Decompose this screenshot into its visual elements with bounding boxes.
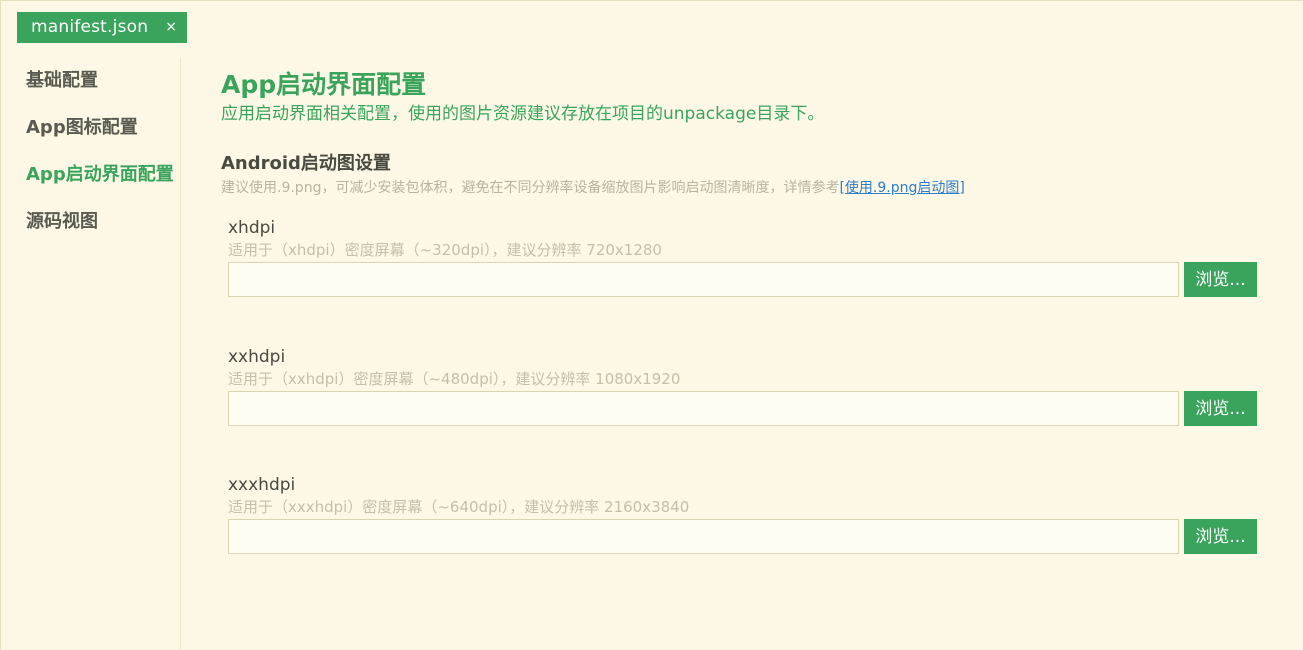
nine-patch-doc-link[interactable]: [使用.9.png启动图] [839,180,964,196]
sidebar-item-app-splash-config[interactable]: App启动界面配置 [26,160,174,186]
field-row: 浏览... [228,391,1258,427]
xxhdpi-path-input[interactable] [228,391,1179,426]
field-xxxhdpi: xxxhdpi 适用于（xxxhdpi）密度屏幕（~640dpi），建议分辨率 … [228,474,1258,555]
field-label: xhdpi [228,218,276,238]
editor-window: manifest.json × 基础配置 App图标配置 App启动界面配置 源… [0,0,1303,650]
xhdpi-path-input[interactable] [228,262,1179,297]
page-description: 应用启动界面相关配置，使用的图片资源建议存放在项目的unpackage目录下。 [221,104,825,124]
android-hint-text: 建议使用.9.png，可减少安装包体积，避免在不同分辨率设备缩放图片影响启动图清… [221,180,840,196]
field-hint: 适用于（xxxhdpi）密度屏幕（~640dpi），建议分辨率 2160x384… [228,498,690,516]
tab-label: manifest.json [31,17,149,37]
xhdpi-browse-button[interactable]: 浏览... [1184,262,1257,297]
field-label: xxhdpi [228,347,286,367]
field-row: 浏览... [228,519,1258,555]
page-title: App启动界面配置 [221,70,427,99]
sidebar-item-basic-config[interactable]: 基础配置 [26,66,98,92]
field-xxhdpi: xxhdpi 适用于（xxhdpi）密度屏幕（~480dpi），建议分辨率 10… [228,346,1258,427]
tab-manifest-json[interactable]: manifest.json × [17,12,187,43]
xxhdpi-browse-button[interactable]: 浏览... [1184,391,1257,426]
field-hint: 适用于（xhdpi）密度屏幕（~320dpi），建议分辨率 720x1280 [228,241,662,259]
field-hint: 适用于（xxhdpi）密度屏幕（~480dpi），建议分辨率 1080x1920 [228,370,681,388]
sidebar: 基础配置 App图标配置 App启动界面配置 源码视图 [1,57,181,650]
sidebar-item-app-icon-config[interactable]: App图标配置 [26,113,138,139]
field-row: 浏览... [228,262,1258,298]
android-section-title: Android启动图设置 [221,153,391,174]
android-section-hint: 建议使用.9.png，可减少安装包体积，避免在不同分辨率设备缩放图片影响启动图清… [221,177,965,197]
xxxhdpi-browse-button[interactable]: 浏览... [1184,519,1257,554]
close-icon[interactable]: × [165,12,177,43]
field-label: xxxhdpi [228,475,296,495]
xxxhdpi-path-input[interactable] [228,519,1179,554]
field-xhdpi: xhdpi 适用于（xhdpi）密度屏幕（~320dpi），建议分辨率 720x… [228,217,1258,298]
sidebar-item-source-view[interactable]: 源码视图 [26,207,98,233]
tab-bar: manifest.json × [1,1,1303,45]
